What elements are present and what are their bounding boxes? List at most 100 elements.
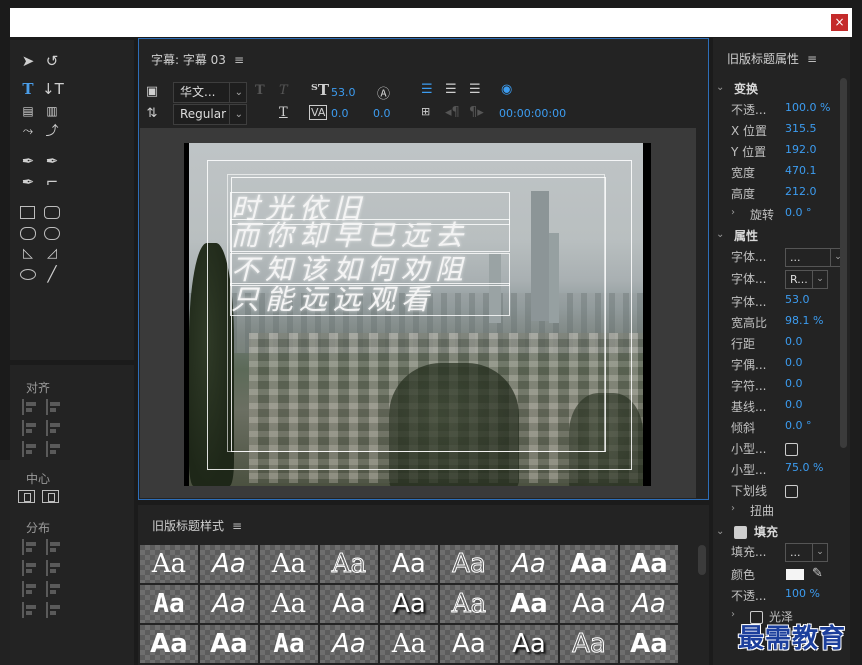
- style-swatch[interactable]: Aa: [380, 545, 438, 583]
- style-swatch[interactable]: Aa: [260, 545, 318, 583]
- attributes-section-title[interactable]: 属性: [734, 227, 758, 244]
- attributes-chevron-icon[interactable]: ⌄: [716, 229, 724, 240]
- style-swatch[interactable]: Aa: [380, 625, 438, 663]
- smallcaps-checkbox[interactable]: [785, 443, 798, 456]
- center-horizontal-button[interactable]: [18, 490, 35, 503]
- align-right-icon[interactable]: [22, 441, 38, 457]
- leading-value[interactable]: 0.0: [373, 107, 391, 120]
- properties-tab[interactable]: 旧版标题属性 ≡: [727, 50, 817, 67]
- transform-chevron-icon[interactable]: ⌄: [716, 82, 724, 93]
- fill-section-title[interactable]: 填充: [754, 523, 778, 540]
- style-swatch[interactable]: Aa: [620, 545, 678, 583]
- rotation-chevron-icon[interactable]: ›: [731, 207, 735, 218]
- timecode-value[interactable]: 00:00:00:00: [499, 107, 566, 120]
- rounded-corner-tool-icon[interactable]: [44, 227, 60, 240]
- align-top-icon[interactable]: [46, 399, 62, 415]
- convert-anchor-tool-icon[interactable]: ⌐: [42, 173, 62, 191]
- font-style-select[interactable]: R... ⌄: [785, 270, 828, 289]
- panel-menu-icon[interactable]: ≡: [234, 53, 244, 67]
- tab-prev-icon[interactable]: ◂¶: [445, 105, 460, 120]
- select-tool-icon[interactable]: ➤: [18, 52, 38, 70]
- subtitle-line-4[interactable]: 只能远远观看: [230, 283, 510, 316]
- style-swatch[interactable]: Aa: [560, 545, 618, 583]
- style-swatch[interactable]: Aa: [380, 585, 438, 623]
- bold-icon[interactable]: T: [255, 83, 265, 98]
- pen-tool-icon[interactable]: ✒: [18, 152, 38, 170]
- add-anchor-tool-icon[interactable]: ✒: [18, 173, 38, 191]
- styles-scrollbar[interactable]: [698, 545, 706, 575]
- align-center-text-icon[interactable]: ☰: [445, 82, 457, 97]
- styles-menu-icon[interactable]: ≡: [232, 519, 242, 533]
- style-swatch[interactable]: Aa: [620, 625, 678, 663]
- align-vcenter-icon[interactable]: [46, 420, 62, 436]
- distribute-hspace-icon[interactable]: [22, 602, 38, 618]
- align-left-text-icon[interactable]: ☰: [421, 82, 433, 97]
- fill-chevron-icon[interactable]: ⌄: [716, 526, 724, 537]
- style-swatch[interactable]: Aa: [200, 585, 258, 623]
- kerning-value[interactable]: 0.0: [331, 107, 349, 120]
- style-swatch[interactable]: Aa: [560, 625, 618, 663]
- ellipse-tool-icon[interactable]: [20, 269, 36, 280]
- style-swatch[interactable]: Aa: [320, 625, 378, 663]
- vertical-type-tool-icon[interactable]: ↓T: [42, 80, 64, 98]
- distribute-vspace-icon[interactable]: [46, 602, 62, 618]
- distribute-top-icon[interactable]: [46, 539, 62, 555]
- center-vertical-button[interactable]: [42, 490, 59, 503]
- underline-checkbox[interactable]: [785, 485, 798, 498]
- tab-stops-icon[interactable]: ⊞: [421, 105, 430, 118]
- subtitle-line-2[interactable]: 而你却早已远去: [230, 219, 510, 252]
- font-family-dropdown[interactable]: 华文... ⌄: [173, 82, 247, 103]
- fill-type-select[interactable]: ... ⌄: [785, 543, 828, 562]
- style-swatch[interactable]: Aa: [560, 585, 618, 623]
- style-swatch[interactable]: Aa: [320, 545, 378, 583]
- rectangle-tool-icon[interactable]: [20, 206, 35, 219]
- show-video-icon[interactable]: ◉: [501, 82, 512, 97]
- font-family-select[interactable]: ... ⌄: [785, 248, 846, 267]
- delete-anchor-tool-icon[interactable]: ✒: [42, 152, 62, 170]
- style-swatch[interactable]: Aa: [200, 545, 258, 583]
- clipped-rect-tool-icon[interactable]: [20, 227, 36, 240]
- properties-menu-icon[interactable]: ≡: [807, 52, 817, 66]
- style-swatch[interactable]: Aa: [500, 585, 558, 623]
- transform-section-title[interactable]: 变换: [734, 80, 758, 97]
- underline-icon[interactable]: T: [279, 105, 288, 120]
- editor-tab[interactable]: 字幕: 字幕 03 ≡: [151, 51, 244, 68]
- vertical-path-type-tool-icon[interactable]: ⤴: [42, 123, 62, 141]
- close-button[interactable]: ×: [831, 14, 848, 31]
- style-swatch[interactable]: Aa: [260, 585, 318, 623]
- style-swatch[interactable]: Aa: [500, 625, 558, 663]
- align-left-icon[interactable]: [22, 399, 38, 415]
- align-right-text-icon[interactable]: ☰: [469, 82, 481, 97]
- style-swatch[interactable]: Aa: [320, 585, 378, 623]
- fill-checkbox[interactable]: [734, 526, 747, 539]
- style-swatch[interactable]: Aa: [140, 625, 198, 663]
- style-swatch[interactable]: Aa: [140, 545, 198, 583]
- path-type-tool-icon[interactable]: ⤳: [18, 123, 38, 141]
- distribute-bottom-icon[interactable]: [46, 581, 62, 597]
- style-swatch[interactable]: Aa: [140, 585, 198, 623]
- type-tool-icon[interactable]: T: [18, 80, 38, 98]
- italic-icon[interactable]: T: [279, 83, 288, 98]
- properties-scrollbar[interactable]: [840, 78, 847, 448]
- style-swatch[interactable]: Aa: [260, 625, 318, 663]
- distribute-left-icon[interactable]: [22, 539, 38, 555]
- tab-next-icon[interactable]: ¶▸: [469, 105, 484, 120]
- fill-color-swatch[interactable]: [786, 569, 804, 580]
- align-hcenter-icon[interactable]: [22, 420, 38, 436]
- font-style-dropdown[interactable]: Regular ⌄: [173, 104, 247, 125]
- styles-tab[interactable]: 旧版标题样式 ≡: [152, 517, 242, 534]
- rounded-rect-tool-icon[interactable]: [44, 206, 60, 219]
- distribute-hcenter-icon[interactable]: [22, 560, 38, 576]
- style-swatch[interactable]: Aa: [440, 625, 498, 663]
- style-swatch[interactable]: Aa: [440, 545, 498, 583]
- area-type-tool-icon[interactable]: ▤: [18, 102, 38, 120]
- arc-tool-icon[interactable]: ◿: [42, 245, 62, 263]
- eyedropper-icon[interactable]: ✎: [812, 566, 823, 581]
- subtitle-line-3[interactable]: 不知该如何劝阻: [230, 253, 510, 286]
- style-swatch[interactable]: Aa: [620, 585, 678, 623]
- rotate-tool-icon[interactable]: ↺: [42, 52, 62, 70]
- font-size-value[interactable]: 53.0: [331, 86, 356, 99]
- style-swatch[interactable]: Aa: [500, 545, 558, 583]
- line-tool-icon[interactable]: ╱: [42, 265, 62, 283]
- background-video-icon[interactable]: ▣: [142, 83, 162, 101]
